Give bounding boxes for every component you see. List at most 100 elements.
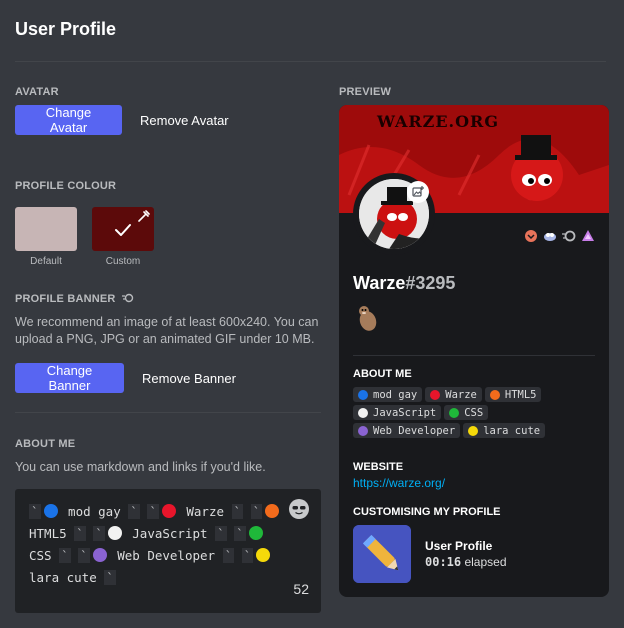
about-me-entry-text: CSS [29,548,60,563]
remaining-characters: 52 [293,581,309,597]
about-me-entry-text: JavaScript [124,526,216,541]
change-avatar-button[interactable]: Change Avatar [15,105,122,135]
colored-circle-icon [489,389,500,400]
code-tick: ` [29,504,41,519]
profile-colour-section-label: PROFILE COLOUR [15,180,117,192]
boost-badge-icon [582,230,594,241]
image-add-icon [412,186,424,197]
code-tick: ` [128,504,140,519]
about-me-entry: ` Web Developer ` [78,548,235,563]
banner-description-line-1: We recommend an image of at least 600x24… [15,315,319,329]
code-tick: ` [222,548,235,563]
colored-circle-icon [107,526,122,540]
about-me-tag-text: mod gay [373,388,418,401]
about-me-textarea[interactable]: ` mod gay ` ` Warze ` ` HTML5 ` ` JavaSc… [15,489,321,613]
colored-circle-icon [248,526,263,540]
early-supporter-badge-icon [544,233,556,241]
about-me-tag: mod gay [353,387,423,402]
profile-preview-card: WARZE.ORG Warze#3295 ABOUT ME mod gay Wa… [339,105,609,597]
colored-circle-icon [92,548,107,562]
profile-banner-section-label: PROFILE BANNER [15,293,134,305]
code-tick: ` [59,548,71,563]
customising-label: CUSTOMISING MY PROFILE [353,506,501,518]
profile-banner-label-text: PROFILE BANNER [15,293,116,305]
code-tick: ` [231,504,244,519]
code-tick: ` [78,548,90,563]
activity-elapsed: 00:16 elapsed [425,555,507,569]
default-colour-swatch[interactable] [15,207,77,251]
nitro-badge-icon [562,230,576,242]
default-colour-caption: Default [30,256,62,267]
about-me-tag-text: Warze [445,388,477,401]
section-divider [15,412,321,413]
about-me-entry: ` mod gay ` [29,504,140,519]
code-tick: ` [74,526,86,541]
activity-time: 00:16 [425,555,462,569]
colored-circle-icon [265,504,280,518]
banner-description-line-2: upload a PNG, JPG or an animated GIF und… [15,332,315,346]
website-label: WEBSITE [353,461,404,473]
discriminator-text: #3295 [405,273,456,293]
sunglasses-emoji-icon [290,500,308,518]
colored-circle-icon [43,504,58,518]
colored-circle-icon [358,389,368,400]
about-me-section-label: ABOUT ME [15,438,76,450]
about-me-tag: Web Developer [353,423,461,438]
code-tick: ` [241,548,254,563]
page-title: User Profile [15,19,117,39]
colored-circle-icon [161,504,176,518]
code-tick: ` [147,504,159,519]
profile-badges [524,229,595,243]
username-text: Warze [353,273,406,293]
colored-circle-icon [358,407,368,418]
avatar-section-label: AVATAR [15,86,59,98]
colored-circle-icon [449,407,460,418]
about-me-tag: Warze [425,387,482,402]
about-me-tag-text: CSS [464,406,484,419]
change-banner-button[interactable]: Change Banner [15,363,124,393]
about-me-entry-text: lara cute [29,570,105,585]
about-me-tag: lara cute [463,423,546,438]
colored-circle-icon [358,425,368,436]
eyedropper-icon[interactable] [136,210,150,224]
about-me-entry-text: HTML5 [29,526,75,541]
colored-circle-icon [256,548,271,562]
about-me-entry-text: Web Developer [109,548,223,563]
code-tick: ` [234,526,246,541]
code-tick: ` [104,570,116,585]
banner-description: We recommend an image of at least 600x24… [15,314,318,348]
about-me-tag-text: lara cute [483,424,541,437]
about-me-entry: ` Warze ` [147,504,244,519]
remove-avatar-button[interactable]: Remove Avatar [132,105,237,135]
pencil-icon [353,525,411,583]
about-me-description: You can use markdown and links if you'd … [15,460,266,474]
code-tick: ` [250,504,263,519]
about-me-tags: mod gay Warze HTML5 JavaScript CSS Web Develo… [353,387,597,438]
remove-banner-button[interactable]: Remove Banner [134,363,244,393]
about-me-tag: HTML5 [484,387,542,402]
custom-colour-caption: Custom [105,256,141,267]
activity-name: User Profile [425,539,493,553]
about-me-entry-text: Warze [178,504,232,519]
code-tick: ` [93,526,105,541]
edit-avatar-button[interactable] [407,181,429,203]
activity-image [353,525,411,583]
about-me-entry-text: mod gay [60,504,129,519]
about-me-tag-text: HTML5 [504,388,537,401]
profile-username: Warze#3295 [353,273,455,294]
about-me-tag-text: Web Developer [373,424,456,437]
otter-emoji-icon [359,306,377,331]
about-me-tag: CSS [444,405,489,420]
about-me-tag: JavaScript [353,405,442,420]
website-link[interactable]: https://warze.org/ [353,476,445,490]
bug-hunter-badge-icon [525,230,537,242]
colored-circle-icon [430,389,441,400]
card-divider-top [353,355,595,356]
custom-colour-swatch[interactable] [92,207,154,251]
nitro-icon [121,293,134,303]
activity-elapsed-suffix: elapsed [464,555,507,569]
banner-text: WARZE.ORG [377,112,499,131]
emoji-picker-button[interactable] [289,499,309,519]
about-me-content: ` mod gay ` ` Warze ` ` HTML5 ` ` JavaSc… [29,501,289,589]
colored-circle-icon [468,425,479,436]
